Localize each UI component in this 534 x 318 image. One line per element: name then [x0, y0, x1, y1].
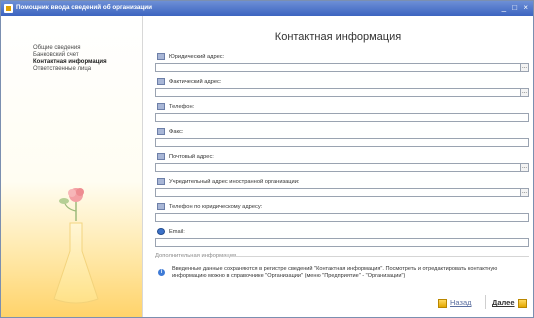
postal-address-label: Почтовый адрес:	[157, 153, 214, 160]
flower-vase-decoration	[53, 188, 99, 304]
phone-icon	[157, 103, 165, 110]
postal-address-select-button[interactable]: ...	[520, 163, 529, 172]
page-title: Контактная информация	[274, 31, 402, 43]
actual-address-input[interactable]: ...	[155, 88, 529, 97]
email-input[interactable]	[155, 238, 529, 247]
main-panel: Контактная информация Юридический адрес:…	[143, 16, 533, 317]
sidebar-item-bank-account[interactable]: Банковский счет	[33, 52, 79, 58]
app-icon	[4, 4, 13, 13]
legal-phone-input[interactable]	[155, 213, 529, 222]
fax-input[interactable]	[155, 138, 529, 147]
legal-phone-label-text: Телефон по юридическому адресу:	[169, 204, 263, 210]
legal-address-select-button[interactable]: ...	[520, 63, 529, 72]
legal-address-label: Юридический адрес:	[157, 53, 224, 60]
fax-icon	[157, 128, 165, 135]
foreign-address-label: Учредительный адрес иностранной организа…	[157, 178, 299, 185]
actual-address-select-button[interactable]: ...	[520, 88, 529, 97]
email-label-text: Email:	[169, 229, 185, 235]
title-bar[interactable]: Помощник ввода сведений об организации _…	[1, 1, 533, 16]
info-text: Введенные данные сохраняются в регистре …	[172, 266, 498, 279]
next-button-label: Далее	[492, 298, 515, 307]
info-icon: i	[158, 269, 165, 276]
address-card-icon	[157, 78, 165, 85]
address-card-icon	[157, 178, 165, 185]
foreign-address-input[interactable]: ...	[155, 188, 529, 197]
arrow-left-icon	[438, 298, 447, 308]
fax-label-text: Факс:	[169, 129, 184, 135]
window-controls[interactable]: _ □ ×	[502, 3, 530, 12]
window-title: Помощник ввода сведений об организации	[16, 4, 152, 11]
legal-address-input[interactable]: ...	[155, 63, 529, 72]
actual-address-label: Фактический адрес:	[157, 78, 221, 85]
arrow-right-icon	[517, 298, 527, 308]
button-divider	[485, 295, 486, 309]
sidebar-item-general[interactable]: Общие сведения	[33, 45, 80, 51]
back-button-label: Назад	[450, 298, 472, 307]
email-label: Email:	[157, 228, 185, 235]
actual-address-label-text: Фактический адрес:	[169, 79, 222, 85]
phone-label-text: Телефон:	[169, 104, 195, 110]
divider	[223, 256, 529, 257]
phone-label: Телефон:	[157, 103, 194, 110]
fax-label: Факс:	[157, 128, 183, 135]
phone-input[interactable]	[155, 113, 529, 122]
sidebar: Общие сведения Банковский счет Контактна…	[1, 16, 143, 317]
postal-address-label-text: Почтовый адрес:	[169, 154, 214, 160]
back-button[interactable]: Назад	[435, 298, 472, 308]
foreign-address-select-button[interactable]: ...	[520, 188, 529, 197]
next-button[interactable]: Далее	[492, 298, 530, 308]
address-card-icon	[157, 153, 165, 160]
address-card-icon	[157, 53, 165, 60]
sidebar-item-responsible-persons[interactable]: Ответственные лица	[33, 66, 91, 72]
foreign-address-label-text: Учредительный адрес иностранной организа…	[169, 179, 300, 185]
sidebar-item-contact-info[interactable]: Контактная информация	[33, 59, 107, 65]
postal-address-input[interactable]: ...	[155, 163, 529, 172]
phone-icon	[157, 203, 165, 210]
legal-address-label-text: Юридический адрес:	[169, 54, 225, 60]
email-icon	[157, 228, 165, 235]
assistant-window: Помощник ввода сведений об организации _…	[0, 0, 534, 318]
legal-phone-label: Телефон по юридическому адресу:	[157, 203, 262, 210]
